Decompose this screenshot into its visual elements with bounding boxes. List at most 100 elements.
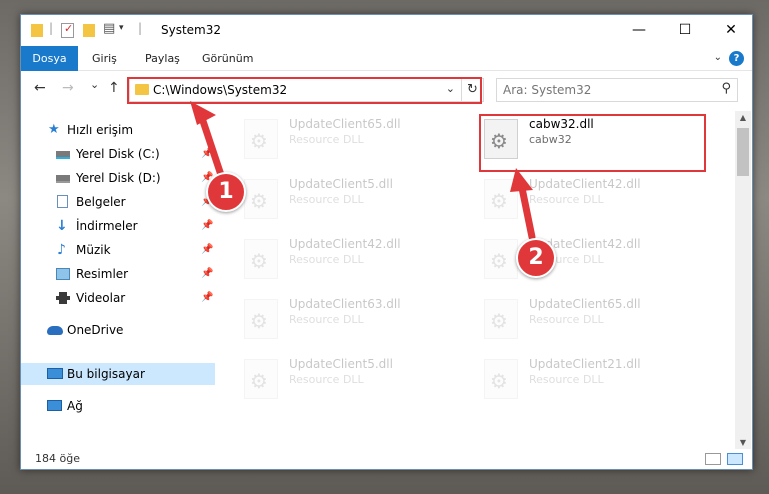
sidebar-item-quick-access[interactable]: ★ Hızlı erişim xyxy=(21,119,215,141)
file-item[interactable]: ⚙ UpdateClient42.dll Resource DLL xyxy=(481,173,711,225)
file-item[interactable]: ⚙ UpdateClient63.dll Resource DLL xyxy=(241,293,471,345)
search-box[interactable]: ⚲ xyxy=(496,78,738,102)
file-item[interactable]: ⚙ UpdateClient21.dll Resource DLL xyxy=(481,353,711,405)
file-item[interactable]: ⚙ UpdateClient65.dll Resource DLL xyxy=(241,113,471,165)
pin-icon[interactable]: 📌 xyxy=(201,287,213,309)
vertical-scrollbar[interactable]: ▲ ▼ xyxy=(735,111,751,449)
file-type: Resource DLL xyxy=(529,193,604,206)
gear-icon: ⚙ xyxy=(250,309,268,333)
maximize-button[interactable]: ☐ xyxy=(662,15,708,46)
sidebar-item-music[interactable]: ♪ Müzik 📌 xyxy=(21,239,215,261)
dll-file-icon: ⚙ xyxy=(244,239,278,279)
cloud-icon xyxy=(47,326,63,335)
scroll-up-icon[interactable]: ▲ xyxy=(735,113,751,122)
dll-file-icon: ⚙ xyxy=(244,359,278,399)
scroll-down-icon[interactable]: ▼ xyxy=(735,438,751,447)
dll-file-icon: ⚙ xyxy=(244,179,278,219)
file-type: Resource DLL xyxy=(289,313,364,326)
tab-giris[interactable]: Giriş xyxy=(83,46,126,71)
item-count: 184 öğe xyxy=(35,452,80,465)
sidebar-item-this-pc[interactable]: Bu bilgisayar xyxy=(21,363,215,385)
dll-file-icon: ⚙ xyxy=(484,179,518,219)
sidebar-item-disk-c[interactable]: Yerel Disk (C:) 📌 xyxy=(21,143,215,165)
sidebar-item-label: Müzik xyxy=(76,243,111,257)
sidebar-item-label: Ağ xyxy=(67,399,83,413)
scroll-thumb[interactable] xyxy=(737,128,749,176)
sidebar-item-label: Videolar xyxy=(76,291,126,305)
sidebar-item-label: Bu bilgisayar xyxy=(67,367,145,381)
pin-icon[interactable]: 📌 xyxy=(201,143,213,165)
sidebar-item-label: İndirmeler xyxy=(76,219,138,233)
file-type: Resource DLL xyxy=(289,133,364,146)
gear-icon: ⚙ xyxy=(250,189,268,213)
search-icon[interactable]: ⚲ xyxy=(721,81,731,96)
gear-icon: ⚙ xyxy=(250,129,268,153)
address-bar-highlight xyxy=(127,77,482,104)
help-icon[interactable]: ? xyxy=(729,51,744,66)
pictures-icon xyxy=(56,268,70,280)
sidebar-item-network[interactable]: Ağ xyxy=(21,395,215,417)
file-item[interactable]: ⚙ UpdateClient5.dll Resource DLL xyxy=(241,173,471,225)
sidebar-item-onedrive[interactable]: OneDrive xyxy=(21,319,215,341)
network-icon xyxy=(47,400,62,411)
file-type: Resource DLL xyxy=(529,373,604,386)
large-icons-view-icon[interactable] xyxy=(727,453,743,465)
sidebar-item-videos[interactable]: Videolar 📌 xyxy=(21,287,215,309)
file-item[interactable]: ⚙ UpdateClient5.dll Resource DLL xyxy=(241,353,471,405)
gear-icon: ⚙ xyxy=(490,189,508,213)
videos-icon xyxy=(56,292,70,304)
customize-icon[interactable]: ▤ xyxy=(103,21,115,37)
pin-icon[interactable]: 📌 xyxy=(201,239,213,261)
file-name: UpdateClient65.dll xyxy=(289,117,401,131)
tab-paylas[interactable]: Paylaş xyxy=(136,46,189,71)
navigation-pane: ★ Hızlı erişim Yerel Disk (C:) 📌 Yerel D… xyxy=(21,111,215,441)
file-name: UpdateClient65.dll xyxy=(529,297,641,311)
quick-access-dropdown-icon[interactable]: ▾ xyxy=(119,23,124,39)
dll-file-icon: ⚙ xyxy=(484,299,518,339)
drive-icon xyxy=(56,175,70,183)
close-button[interactable]: ✕ xyxy=(708,15,754,46)
sidebar-item-label: Yerel Disk (C:) xyxy=(76,147,160,161)
star-icon: ★ xyxy=(48,122,60,137)
details-view-icon[interactable] xyxy=(705,453,721,465)
sidebar-item-downloads[interactable]: ↓ İndirmeler 📌 xyxy=(21,215,215,237)
file-item[interactable]: ⚙ UpdateClient42.dll Resource DLL xyxy=(241,233,471,285)
gear-icon: ⚙ xyxy=(490,309,508,333)
pin-icon[interactable]: 📌 xyxy=(201,215,213,237)
tab-dosya[interactable]: Dosya xyxy=(21,46,78,71)
callout-badge-2: 2 xyxy=(516,238,556,278)
sidebar-item-label: Yerel Disk (D:) xyxy=(76,171,161,185)
sidebar-item-label: Belgeler xyxy=(76,195,126,209)
recent-locations-button[interactable]: ⌄ xyxy=(90,78,99,91)
forward-button[interactable]: → xyxy=(62,80,74,96)
title-bar: | ✓ ▤ ▾ | System32 — ☐ ✕ xyxy=(21,15,752,46)
sidebar-item-pictures[interactable]: Resimler 📌 xyxy=(21,263,215,285)
back-button[interactable]: ← xyxy=(34,80,46,96)
folder-icon xyxy=(31,24,43,37)
window-title: System32 xyxy=(161,23,222,37)
file-item[interactable]: ⚙ UpdateClient65.dll Resource DLL xyxy=(481,293,711,345)
pin-icon[interactable]: 📌 xyxy=(201,263,213,285)
sidebar-item-documents[interactable]: Belgeler 📌 xyxy=(21,191,215,213)
file-name: UpdateClient5.dll xyxy=(289,177,393,191)
file-type: Resource DLL xyxy=(289,373,364,386)
dll-file-icon: ⚙ xyxy=(244,299,278,339)
file-name: UpdateClient42.dll xyxy=(529,177,641,191)
status-bar: 184 öğe xyxy=(21,449,752,470)
gear-icon: ⚙ xyxy=(490,369,508,393)
properties-icon[interactable]: ✓ xyxy=(61,22,74,38)
up-button[interactable]: ↑ xyxy=(108,80,120,96)
collapse-ribbon-icon[interactable]: ⌄ xyxy=(714,52,722,63)
dll-file-icon: ⚙ xyxy=(244,119,278,159)
sidebar-item-disk-d[interactable]: Yerel Disk (D:) 📌 xyxy=(21,167,215,189)
new-folder-icon[interactable] xyxy=(83,24,95,37)
drive-icon xyxy=(56,151,70,159)
tab-gorunum[interactable]: Görünüm xyxy=(193,46,262,71)
gear-icon: ⚙ xyxy=(250,369,268,393)
file-type: Resource DLL xyxy=(289,253,364,266)
search-input[interactable] xyxy=(503,80,703,100)
minimize-button[interactable]: — xyxy=(616,15,662,46)
computer-icon xyxy=(47,368,63,379)
separator: | xyxy=(138,21,143,35)
sidebar-item-label: Hızlı erişim xyxy=(67,123,134,137)
